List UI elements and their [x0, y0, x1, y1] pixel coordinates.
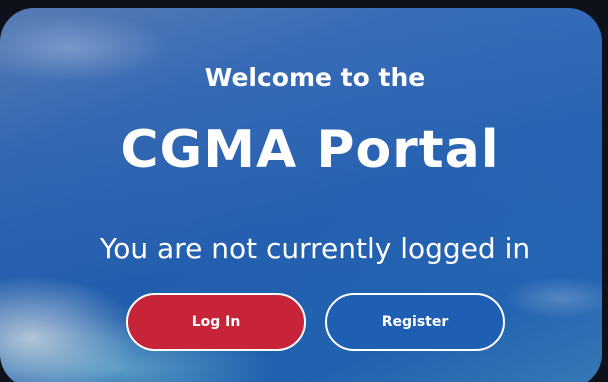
login-status-text: You are not currently logged in: [99, 232, 531, 265]
welcome-panel: Welcome to the CGMA Portal You are not c…: [0, 8, 602, 382]
portal-title: CGMA Portal: [120, 120, 500, 180]
login-button[interactable]: Log In: [126, 293, 306, 351]
welcome-text: Welcome to the: [204, 63, 426, 92]
page: Welcome to the CGMA Portal You are not c…: [0, 0, 608, 382]
register-button[interactable]: Register: [325, 293, 505, 351]
